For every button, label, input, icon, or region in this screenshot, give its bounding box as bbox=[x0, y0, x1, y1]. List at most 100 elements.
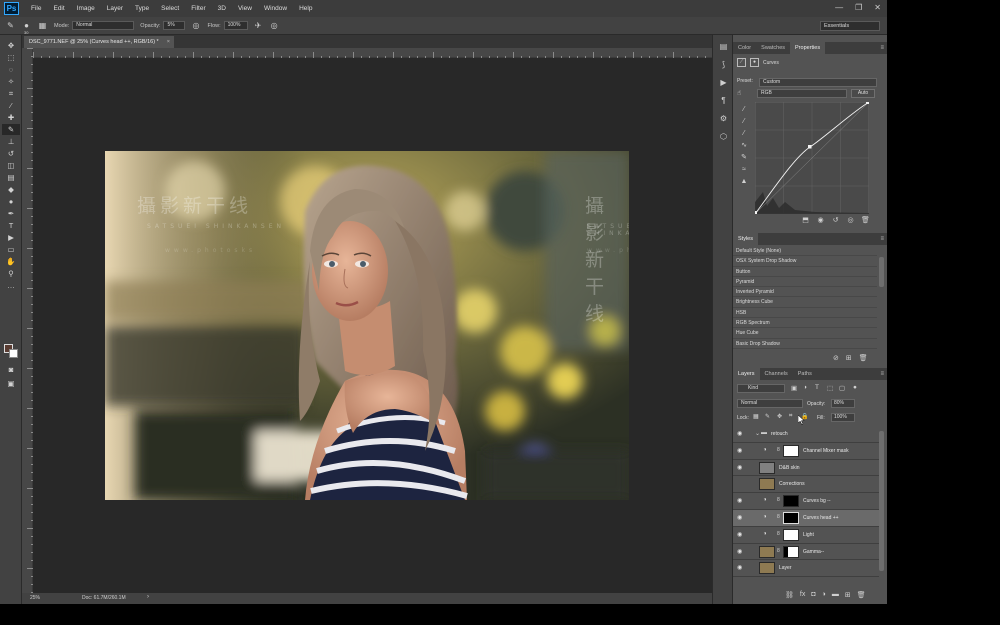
more-tools-icon[interactable]: … bbox=[2, 280, 20, 291]
styles-scrollbar[interactable] bbox=[879, 257, 884, 287]
curve-draw-pencil-icon[interactable]: ✎ bbox=[738, 152, 750, 164]
workspace-select[interactable]: Essentials bbox=[820, 21, 880, 31]
layer-row[interactable]: Corrections bbox=[733, 476, 879, 494]
style-item[interactable]: OSX System Drop Shadow bbox=[733, 256, 877, 267]
layer-opacity-field[interactable]: 80% bbox=[831, 399, 855, 408]
filter-shape-icon[interactable]: ⬚ bbox=[827, 384, 833, 392]
lasso-tool-icon[interactable]: ◌ bbox=[2, 64, 20, 75]
layer-thumbnail[interactable] bbox=[759, 562, 775, 575]
layer-row[interactable]: ◉ ◑ 8 Light bbox=[733, 527, 879, 544]
mask-thumbnail[interactable] bbox=[783, 528, 799, 541]
opacity-field[interactable]: 5% bbox=[163, 21, 186, 30]
tab-styles[interactable]: Styles bbox=[733, 233, 758, 245]
fill-field[interactable]: 100% bbox=[831, 413, 855, 422]
link-icon[interactable]: 8 bbox=[777, 497, 780, 503]
clear-style-icon[interactable]: ⊘ bbox=[833, 354, 839, 362]
brush-picker-icon[interactable]: ● 30 bbox=[21, 20, 32, 35]
delete-layer-icon[interactable]: 🗑 bbox=[857, 591, 866, 599]
gray-point-eyedropper-icon[interactable]: ⁄ bbox=[738, 116, 750, 128]
status-menu-chevron-icon[interactable]: › bbox=[147, 594, 149, 600]
new-style-icon[interactable]: ⊞ bbox=[846, 354, 852, 362]
auto-button[interactable]: Auto bbox=[851, 89, 875, 98]
new-group-icon[interactable]: ▬ bbox=[832, 591, 839, 599]
mask-thumbnail[interactable] bbox=[783, 545, 799, 558]
layer-row[interactable]: ◉ ⌄ ▬ retouch bbox=[733, 426, 879, 443]
visibility-eye-icon[interactable]: ◉ bbox=[737, 564, 742, 571]
portrait-photo[interactable]: 攝影新干线 SATSUEI SHINKANSEN www.photosks 攝影… bbox=[105, 151, 629, 500]
layer-thumbnail[interactable] bbox=[759, 545, 775, 558]
actions-panel-icon[interactable]: ▶ bbox=[717, 76, 730, 89]
preset-select[interactable]: Custom bbox=[759, 78, 877, 87]
menu-type[interactable]: Type bbox=[129, 0, 155, 17]
lock-artboard-icon[interactable]: ⌗ bbox=[789, 413, 792, 420]
link-icon[interactable]: 8 bbox=[777, 514, 780, 520]
quick-mask-icon[interactable]: ◙ bbox=[2, 364, 20, 375]
styles-menu-icon[interactable]: ≡ bbox=[880, 233, 884, 245]
marquee-tool-icon[interactable]: ⬚ bbox=[2, 52, 20, 63]
brush-tool-icon[interactable]: ✎ bbox=[2, 124, 20, 135]
menu-image[interactable]: Image bbox=[71, 0, 101, 17]
layer-row[interactable]: ◉ ◑ 8 Curves bg -- bbox=[733, 493, 879, 510]
menu-select[interactable]: Select bbox=[155, 0, 185, 17]
document-tab-close-icon[interactable]: × bbox=[167, 36, 170, 48]
mode-select[interactable]: Normal bbox=[72, 21, 135, 30]
link-icon[interactable]: 8 bbox=[777, 447, 780, 453]
screen-mode-icon[interactable]: ▣ bbox=[2, 378, 20, 389]
layer-row-selected[interactable]: ◉ ◑ 8 Curves head ++ bbox=[733, 509, 879, 527]
history-brush-tool-icon[interactable]: ↺ bbox=[2, 148, 20, 159]
delete-style-icon[interactable]: 🗑 bbox=[859, 354, 868, 362]
adjustments-panel-icon[interactable]: ⚙ bbox=[717, 112, 730, 125]
menu-edit[interactable]: Edit bbox=[47, 0, 70, 17]
layer-mask-icon[interactable]: ● bbox=[750, 58, 759, 67]
zoom-tool-icon[interactable]: ⚲ bbox=[2, 268, 20, 279]
flow-field[interactable]: 100% bbox=[223, 21, 248, 30]
filter-adjustment-icon[interactable]: ◑ bbox=[803, 384, 807, 391]
tab-channels[interactable]: Channels bbox=[760, 368, 793, 380]
style-item[interactable]: Hue Cube bbox=[733, 328, 877, 339]
mask-thumbnail[interactable] bbox=[783, 495, 799, 508]
shape-tool-icon[interactable]: ▭ bbox=[2, 244, 20, 255]
horizontal-ruler[interactable] bbox=[33, 48, 712, 58]
blend-mode-select[interactable]: Normal bbox=[737, 399, 803, 408]
white-point-eyedropper-icon[interactable]: ⁄ bbox=[738, 128, 750, 140]
tab-paths[interactable]: Paths bbox=[793, 368, 817, 380]
vertical-ruler[interactable] bbox=[22, 48, 33, 594]
eraser-tool-icon[interactable]: ◫ bbox=[2, 160, 20, 171]
layer-thumbnail[interactable] bbox=[759, 461, 775, 474]
canvas-area[interactable]: 攝影新干线 SATSUEI SHINKANSEN www.photosks 攝影… bbox=[33, 58, 712, 593]
visibility-eye-icon[interactable]: ◉ bbox=[737, 447, 742, 454]
tab-color[interactable]: Color bbox=[733, 42, 756, 54]
new-adjustment-icon[interactable]: ◑ bbox=[822, 591, 826, 599]
type-tool-icon[interactable]: T bbox=[2, 220, 20, 231]
mask-thumbnail[interactable] bbox=[783, 444, 799, 457]
kind-filter-select[interactable]: Kind bbox=[737, 384, 785, 393]
layers-menu-icon[interactable]: ≡ bbox=[880, 368, 884, 380]
pressure-size-icon[interactable]: ◎ bbox=[269, 20, 280, 31]
clone-stamp-tool-icon[interactable]: ⊥ bbox=[2, 136, 20, 147]
eyedropper-tool-icon[interactable]: ⁄ bbox=[2, 100, 20, 111]
dodge-tool-icon[interactable]: ● bbox=[2, 196, 20, 207]
style-item[interactable]: Default Style (None) bbox=[733, 246, 877, 257]
layer-row[interactable]: ◉ D&B skin bbox=[733, 460, 879, 477]
channel-select[interactable]: RGB bbox=[757, 89, 847, 98]
pen-tool-icon[interactable]: ✒ bbox=[2, 208, 20, 219]
menu-window[interactable]: Window bbox=[258, 0, 293, 17]
filter-pixel-icon[interactable]: ▣ bbox=[791, 384, 797, 392]
mask-thumbnail[interactable] bbox=[783, 511, 799, 524]
style-item[interactable]: HSB bbox=[733, 308, 877, 319]
panel-menu-icon[interactable]: ≡ bbox=[880, 42, 884, 54]
maximize-button[interactable]: ❐ bbox=[855, 3, 862, 12]
brush-presets-icon[interactable]: ⟆ bbox=[717, 58, 730, 71]
tab-swatches[interactable]: Swatches bbox=[756, 42, 790, 54]
visibility-eye-icon[interactable]: ◉ bbox=[737, 430, 742, 437]
visibility-eye-icon[interactable]: ◉ bbox=[737, 531, 742, 538]
visibility-eye-icon[interactable]: ◉ bbox=[737, 497, 742, 504]
visibility-eye-icon[interactable]: ◉ bbox=[737, 464, 742, 471]
quick-select-tool-icon[interactable]: ✧ bbox=[2, 76, 20, 87]
crop-tool-icon[interactable]: ⌗ bbox=[2, 88, 20, 99]
layer-row[interactable]: ◉ Layer bbox=[733, 560, 879, 578]
layer-effects-icon[interactable]: fx bbox=[800, 591, 805, 599]
filter-type-icon[interactable]: T bbox=[815, 384, 819, 391]
visibility-eye-icon[interactable]: ◉ bbox=[737, 514, 742, 521]
new-layer-icon[interactable]: ⊞ bbox=[845, 591, 851, 599]
